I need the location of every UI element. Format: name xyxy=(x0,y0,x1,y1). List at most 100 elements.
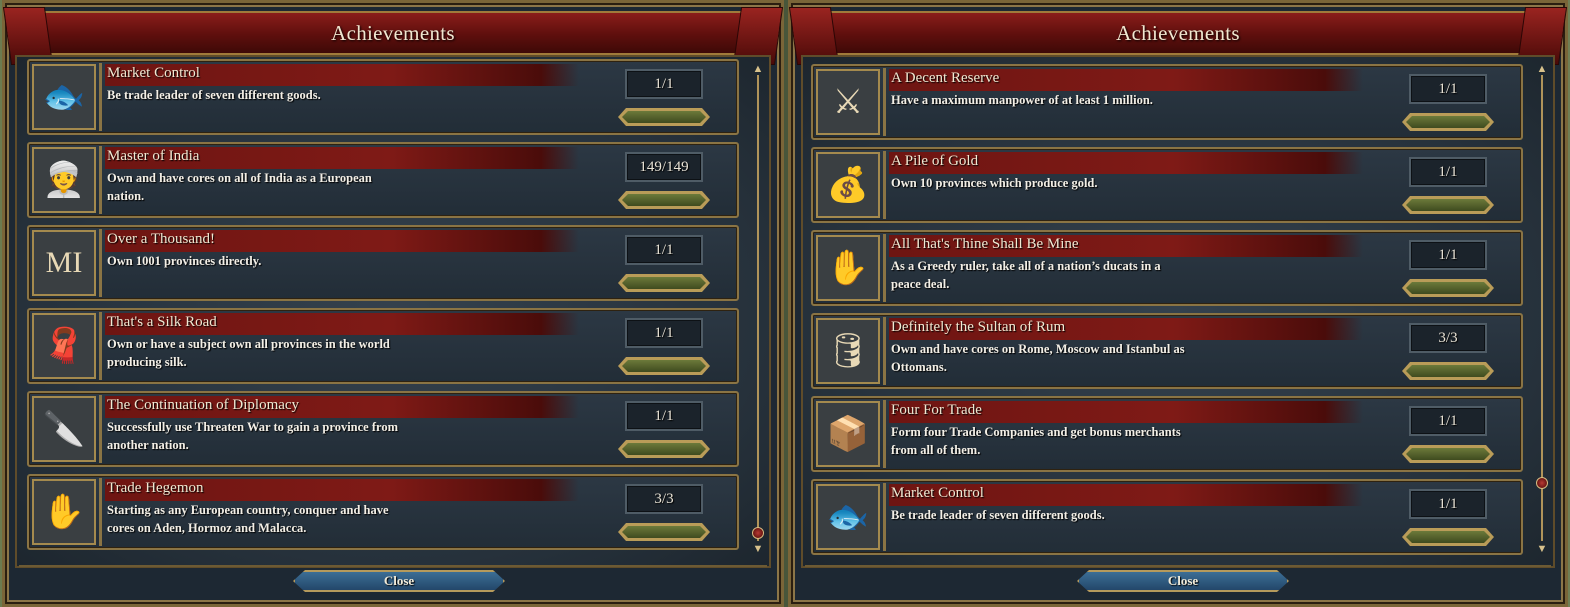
roman-numeral-mi-icon: MI xyxy=(32,230,96,296)
progress-bar-fill xyxy=(1406,448,1490,460)
progress-bar xyxy=(1402,196,1494,214)
progress-count: 1/1 xyxy=(625,401,703,431)
progress-bar xyxy=(1402,528,1494,546)
progress-bar-fill xyxy=(1406,531,1490,543)
achievement-name: Four For Trade xyxy=(891,402,982,418)
progress-count: 1/1 xyxy=(1409,74,1487,104)
greedy-hand-icon: ✋ xyxy=(816,235,880,301)
achievement-description: Starting as any European country, conque… xyxy=(107,503,389,535)
progress-bar-fill xyxy=(622,277,706,289)
achievement-card: 📦 Four For Trade Form four Trade Companies… xyxy=(811,396,1523,472)
fish-trade-icon: 🐟 xyxy=(32,64,96,130)
progress-bar-fill xyxy=(622,443,706,455)
progress-bar xyxy=(618,274,710,292)
achievement-card: ✋ All That's Thine Shall Be Mine As a Gree… xyxy=(811,230,1523,306)
progress-count: 3/3 xyxy=(1409,323,1487,353)
achievement-name: Master of India xyxy=(107,148,200,164)
scrollbar[interactable]: ▲ ▼ xyxy=(751,63,765,555)
achievement-name: The Continuation of Diplomacy xyxy=(107,397,300,413)
achievement-card: 🔪 The Continuation of Diplomacy Successful… xyxy=(27,391,739,467)
progress-bar-fill xyxy=(1406,282,1490,294)
achievement-description: Own and have cores on all of India as a … xyxy=(107,171,372,203)
scroll-up-icon[interactable]: ▲ xyxy=(751,63,765,75)
achievement-description: Successfully use Threaten War to gain a … xyxy=(107,420,398,452)
achievement-description: Form four Trade Companies and get bonus … xyxy=(891,425,1181,457)
achievement-name: Market Control xyxy=(891,485,984,501)
panel-title: Achievements xyxy=(331,21,455,45)
close-button[interactable]: Close xyxy=(1077,570,1289,592)
panel-title: Achievements xyxy=(1116,21,1240,45)
progress-count: 1/1 xyxy=(625,318,703,348)
achievement-card: 🐟 Market Control Be trade leader of seven … xyxy=(27,59,739,135)
achievement-name: Definitely the Sultan of Rum xyxy=(891,319,1066,335)
achievement-name: All That's Thine Shall Be Mine xyxy=(891,236,1079,252)
achievement-card: MI Over a Thousand! Own 1001 provinces dir… xyxy=(27,225,739,301)
progress-count: 1/1 xyxy=(1409,406,1487,436)
fish-trade-icon: 🐟 xyxy=(816,484,880,550)
turban-icon: 👳 xyxy=(32,147,96,213)
trade-crate-shield-icon: 📦 xyxy=(816,401,880,467)
achievement-card: 🛢 Definitely the Sultan of Rum Own and hav… xyxy=(811,313,1523,389)
achievement-description: Own 10 provinces which produce gold. xyxy=(891,176,1098,190)
barrel-icon: 🛢 xyxy=(816,318,880,384)
achievement-description: Be trade leader of seven different goods… xyxy=(107,88,321,102)
progress-count: 1/1 xyxy=(1409,240,1487,270)
achievement-card: ✋ Trade Hegemon Starting as any European c… xyxy=(27,474,739,550)
achievement-name: Over a Thousand! xyxy=(107,231,216,247)
achievement-name: That's a Silk Road xyxy=(107,314,217,330)
scroll-thumb[interactable] xyxy=(1536,477,1548,489)
progress-bar xyxy=(618,440,710,458)
achievement-description: Have a maximum manpower of at least 1 mi… xyxy=(891,93,1153,107)
progress-count: 1/1 xyxy=(625,69,703,99)
progress-bar xyxy=(618,108,710,126)
achievement-name: A Pile of Gold xyxy=(891,153,979,169)
achievement-card: 💰 A Pile of Gold Own 10 provinces which pr… xyxy=(811,147,1523,223)
hand-crate-icon: ✋ xyxy=(32,479,96,545)
achievement-name: A Decent Reserve xyxy=(891,70,1000,86)
knife-hand-icon: 🔪 xyxy=(32,396,96,462)
progress-bar-fill xyxy=(1406,116,1490,128)
achievement-description: As a Greedy ruler, take all of a nation’… xyxy=(891,259,1161,291)
silk-roll-icon: 🧣 xyxy=(32,313,96,379)
scroll-down-icon[interactable]: ▼ xyxy=(751,543,765,555)
progress-count: 3/3 xyxy=(625,484,703,514)
scroll-down-icon[interactable]: ▼ xyxy=(1535,543,1549,555)
progress-bar xyxy=(618,357,710,375)
progress-bar xyxy=(618,191,710,209)
progress-bar-fill xyxy=(622,194,706,206)
scroll-thumb[interactable] xyxy=(752,527,764,539)
scrollbar[interactable]: ▲ ▼ xyxy=(1535,63,1549,555)
progress-count: 149/149 xyxy=(625,152,703,182)
title-banner: Achievements xyxy=(13,11,773,55)
progress-bar xyxy=(1402,113,1494,131)
achievement-name: Trade Hegemon xyxy=(107,480,204,496)
progress-bar xyxy=(1402,445,1494,463)
progress-bar-fill xyxy=(1406,199,1490,211)
achievement-card: 🧣 That's a Silk Road Own or have a subject… xyxy=(27,308,739,384)
progress-count: 1/1 xyxy=(625,235,703,265)
progress-bar-fill xyxy=(622,360,706,372)
title-banner: Achievements xyxy=(799,11,1557,55)
progress-count: 1/1 xyxy=(1409,157,1487,187)
achievements-panel-left: Achievements 🐟 Market Control Be trade lea… xyxy=(2,0,784,607)
progress-bar-fill xyxy=(622,111,706,123)
achievement-description: Own and have cores on Rome, Moscow and I… xyxy=(891,342,1185,374)
achievement-name: Market Control xyxy=(107,65,200,81)
progress-bar-fill xyxy=(622,526,706,538)
achievement-card: 🐟 Market Control Be trade leader of seven … xyxy=(811,479,1523,555)
achievement-description: Be trade leader of seven different goods… xyxy=(891,508,1105,522)
gold-pile-icon: 💰 xyxy=(816,152,880,218)
achievements-panel-right: Achievements ⚔ A Decent Reserve Have a max… xyxy=(788,0,1568,607)
progress-bar xyxy=(618,523,710,541)
soldiers-icon: ⚔ xyxy=(816,69,880,135)
scroll-up-icon[interactable]: ▲ xyxy=(1535,63,1549,75)
progress-count: 1/1 xyxy=(1409,489,1487,519)
progress-bar xyxy=(1402,362,1494,380)
progress-bar-fill xyxy=(1406,365,1490,377)
achievement-description: Own or have a subject own all provinces … xyxy=(107,337,390,369)
achievement-card: ⚔ A Decent Reserve Have a maximum manpower… xyxy=(811,64,1523,140)
achievement-card: 👳 Master of India Own and have cores on al… xyxy=(27,142,739,218)
progress-bar xyxy=(1402,279,1494,297)
close-button[interactable]: Close xyxy=(293,570,505,592)
achievement-description: Own 1001 provinces directly. xyxy=(107,254,262,268)
